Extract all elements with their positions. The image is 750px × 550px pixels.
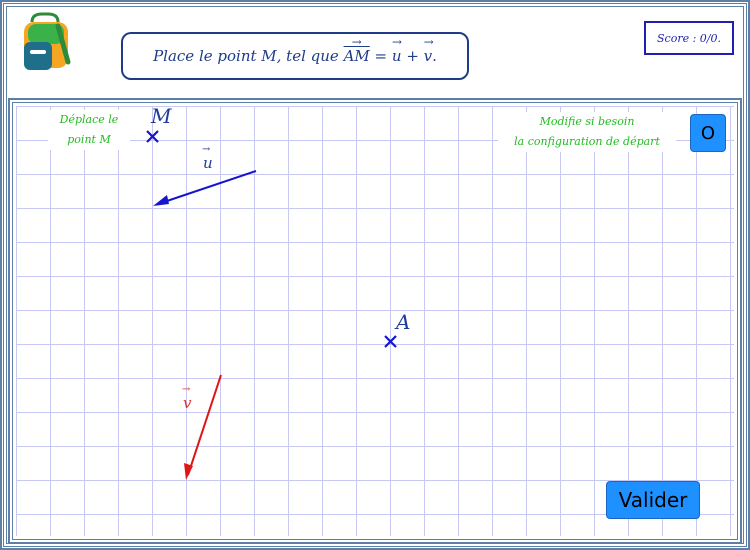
vector-v-label: v bbox=[182, 384, 192, 412]
point-A-label: A bbox=[396, 310, 411, 334]
grid bbox=[16, 106, 734, 536]
instruction-equals: = bbox=[369, 47, 392, 65]
vector-u-label-text: u bbox=[202, 144, 213, 172]
config-hint-line1: Modifie si besoin bbox=[539, 115, 635, 128]
instruction-prefix: Place le point M, tel que bbox=[153, 47, 339, 65]
move-point-hint-line2: point M bbox=[67, 133, 111, 146]
instruction-plus: + bbox=[401, 47, 424, 65]
header: Place le point M, tel que AM = u + v. Sc… bbox=[8, 8, 742, 96]
vector-u-label: u bbox=[202, 144, 213, 172]
instruction-box: Place le point M, tel que AM = u + v. bbox=[121, 32, 469, 80]
board-canvas[interactable] bbox=[16, 106, 734, 536]
move-point-hint-line1: Déplace le bbox=[59, 113, 119, 126]
move-point-hint: Déplace le point M bbox=[48, 110, 130, 150]
backpack-icon bbox=[18, 12, 74, 74]
vector-u[interactable] bbox=[153, 170, 257, 206]
reset-configuration-button[interactable]: O bbox=[690, 114, 726, 152]
validate-button[interactable]: Valider bbox=[606, 481, 700, 519]
config-hint: Modifie si besoin la configuration de dé… bbox=[498, 112, 676, 152]
vector-v-label-instruction: v bbox=[424, 35, 433, 65]
geometry-board[interactable] bbox=[16, 106, 734, 536]
config-hint-line2: la configuration de départ bbox=[514, 135, 660, 148]
vector-AM-label: AM bbox=[344, 35, 370, 65]
instruction-suffix: . bbox=[432, 47, 437, 65]
point-M-label: M bbox=[151, 104, 172, 128]
vector-u-label-instruction: u bbox=[392, 35, 402, 65]
vector-v-label-text: v bbox=[182, 384, 192, 412]
score-box: Score : 0/0. bbox=[644, 21, 734, 55]
